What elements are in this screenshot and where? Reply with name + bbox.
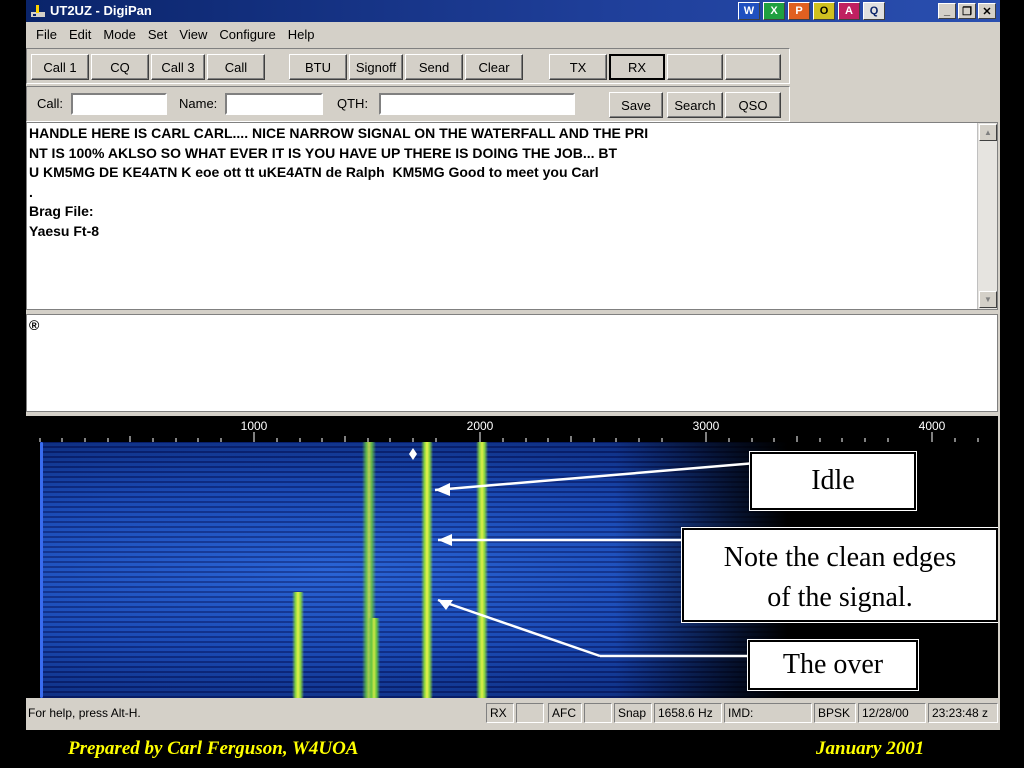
minimize-button[interactable]: _ bbox=[938, 3, 956, 19]
transmit-text-pane[interactable]: ® bbox=[26, 314, 998, 412]
empty-macro-button-2[interactable] bbox=[725, 54, 781, 80]
waterfall-display[interactable]: 1000 2000 3000 4000 Idle Note the clean … bbox=[26, 416, 998, 698]
find-icon[interactable]: Q bbox=[863, 2, 885, 20]
close-button[interactable]: ✕ bbox=[978, 3, 996, 19]
rx-line: Yaesu Ft-8 bbox=[29, 222, 100, 239]
scroll-down-icon[interactable]: ▼ bbox=[979, 291, 997, 308]
btu-button[interactable]: BTU bbox=[289, 54, 347, 80]
tx-button[interactable]: TX bbox=[549, 54, 607, 80]
menu-mode[interactable]: Mode bbox=[97, 27, 142, 42]
send-button[interactable]: Send bbox=[405, 54, 463, 80]
menu-edit[interactable]: Edit bbox=[63, 27, 97, 42]
rx-line: U KM5MG DE KE4ATN K eoe ott tt uKE4ATN d… bbox=[29, 164, 599, 180]
cq-button[interactable]: CQ bbox=[91, 54, 149, 80]
scale-ticks bbox=[39, 432, 979, 442]
call-label: Call: bbox=[37, 96, 64, 111]
scale-label-3000: 3000 bbox=[692, 419, 720, 433]
scale-label-1000: 1000 bbox=[240, 419, 268, 433]
clear-button[interactable]: Clear bbox=[465, 54, 523, 80]
annotation-clean-edges-line2: of the signal. bbox=[767, 582, 913, 613]
rx-line: HANDLE HERE IS CARL CARL.... NICE NARROW… bbox=[29, 125, 649, 141]
qso-button[interactable]: QSO bbox=[725, 92, 781, 118]
status-afc[interactable]: AFC bbox=[548, 703, 582, 723]
annotation-clean-edges: Note the clean edges of the signal. bbox=[681, 527, 998, 623]
scroll-up-icon[interactable]: ▲ bbox=[979, 124, 997, 141]
menu-bar: File Edit Mode Set View Configure Help bbox=[26, 22, 1000, 46]
name-input[interactable] bbox=[225, 93, 323, 115]
macro-toolbar: Call 1 CQ Call 3 Call BTU Signoff Send C… bbox=[26, 48, 790, 84]
rx-button[interactable]: RX bbox=[609, 54, 665, 80]
scale-label-2000: 2000 bbox=[466, 419, 494, 433]
status-frequency: 1658.6 Hz bbox=[654, 703, 722, 723]
status-bar: For help, press Alt-H. RX AFC Snap 1658.… bbox=[26, 700, 1000, 726]
footer-author: Prepared by Carl Ferguson, W4UOA bbox=[68, 738, 359, 759]
annotation-idle: Idle bbox=[749, 451, 917, 511]
qth-input[interactable] bbox=[379, 93, 575, 115]
menu-view[interactable]: View bbox=[173, 27, 213, 42]
call-button[interactable]: Call bbox=[207, 54, 265, 80]
annotation-clean-edges-line1: Note the clean edges bbox=[723, 542, 957, 573]
search-button[interactable]: Search bbox=[667, 92, 723, 118]
excel-icon[interactable]: X bbox=[763, 2, 785, 20]
receive-text: HANDLE HERE IS CARL CARL.... NICE NARROW… bbox=[29, 124, 648, 241]
menu-set[interactable]: Set bbox=[142, 27, 174, 42]
digipan-window: UT2UZ - DigiPan W X P O A Q _ ❐ ✕ File E… bbox=[26, 0, 1000, 730]
rx-line: NT IS 100% AKLSO SO WHAT EVER IT IS YOU … bbox=[29, 144, 618, 161]
status-date: 12/28/00 bbox=[858, 703, 926, 723]
menu-help[interactable]: Help bbox=[282, 27, 321, 42]
app-icon bbox=[31, 5, 45, 17]
status-blank-2 bbox=[584, 703, 612, 723]
rx-line: . bbox=[29, 183, 33, 200]
powerpoint-icon[interactable]: P bbox=[788, 2, 810, 20]
save-button[interactable]: Save bbox=[609, 92, 663, 118]
status-mode[interactable]: BPSK bbox=[814, 703, 856, 723]
status-imd: IMD: bbox=[724, 703, 812, 723]
title-bar[interactable]: UT2UZ - DigiPan W X P O A Q _ ❐ ✕ bbox=[26, 0, 1000, 22]
access-icon[interactable]: A bbox=[838, 2, 860, 20]
log-toolbar: Call: Name: QTH: Save Search QSO bbox=[26, 86, 790, 122]
scale-label-4000: 4000 bbox=[918, 419, 946, 433]
frequency-scale[interactable]: 1000 2000 3000 4000 bbox=[26, 416, 998, 442]
menu-file[interactable]: File bbox=[30, 27, 63, 42]
menu-configure[interactable]: Configure bbox=[213, 27, 281, 42]
name-label: Name: bbox=[179, 96, 218, 111]
rx-line: Brag File: bbox=[29, 203, 94, 219]
call-input[interactable] bbox=[71, 93, 167, 115]
signoff-button[interactable]: Signoff bbox=[349, 54, 403, 80]
taskbar-icons: W X P O A Q bbox=[738, 2, 885, 20]
window-controls: _ ❐ ✕ bbox=[938, 3, 996, 19]
receive-text-pane[interactable]: HANDLE HERE IS CARL CARL.... NICE NARROW… bbox=[26, 122, 998, 310]
status-snap[interactable]: Snap bbox=[614, 703, 652, 723]
word-icon[interactable]: W bbox=[738, 2, 760, 20]
transmit-text: ® bbox=[29, 317, 40, 333]
status-help-text: For help, press Alt-H. bbox=[28, 706, 141, 720]
status-blank-1 bbox=[516, 703, 544, 723]
restore-button[interactable]: ❐ bbox=[958, 3, 976, 19]
status-rx: RX bbox=[486, 703, 514, 723]
receive-scrollbar[interactable]: ▲ ▼ bbox=[977, 123, 997, 309]
empty-macro-button-1[interactable] bbox=[667, 54, 723, 80]
call3-button[interactable]: Call 3 bbox=[151, 54, 205, 80]
status-time: 23:23:48 z bbox=[928, 703, 998, 723]
window-title: UT2UZ - DigiPan bbox=[50, 3, 152, 18]
footer-date: January 2001 bbox=[816, 738, 925, 759]
annotation-the-over: The over bbox=[747, 639, 919, 691]
call1-button[interactable]: Call 1 bbox=[31, 54, 89, 80]
outlook-icon[interactable]: O bbox=[813, 2, 835, 20]
qth-label: QTH: bbox=[337, 96, 369, 111]
